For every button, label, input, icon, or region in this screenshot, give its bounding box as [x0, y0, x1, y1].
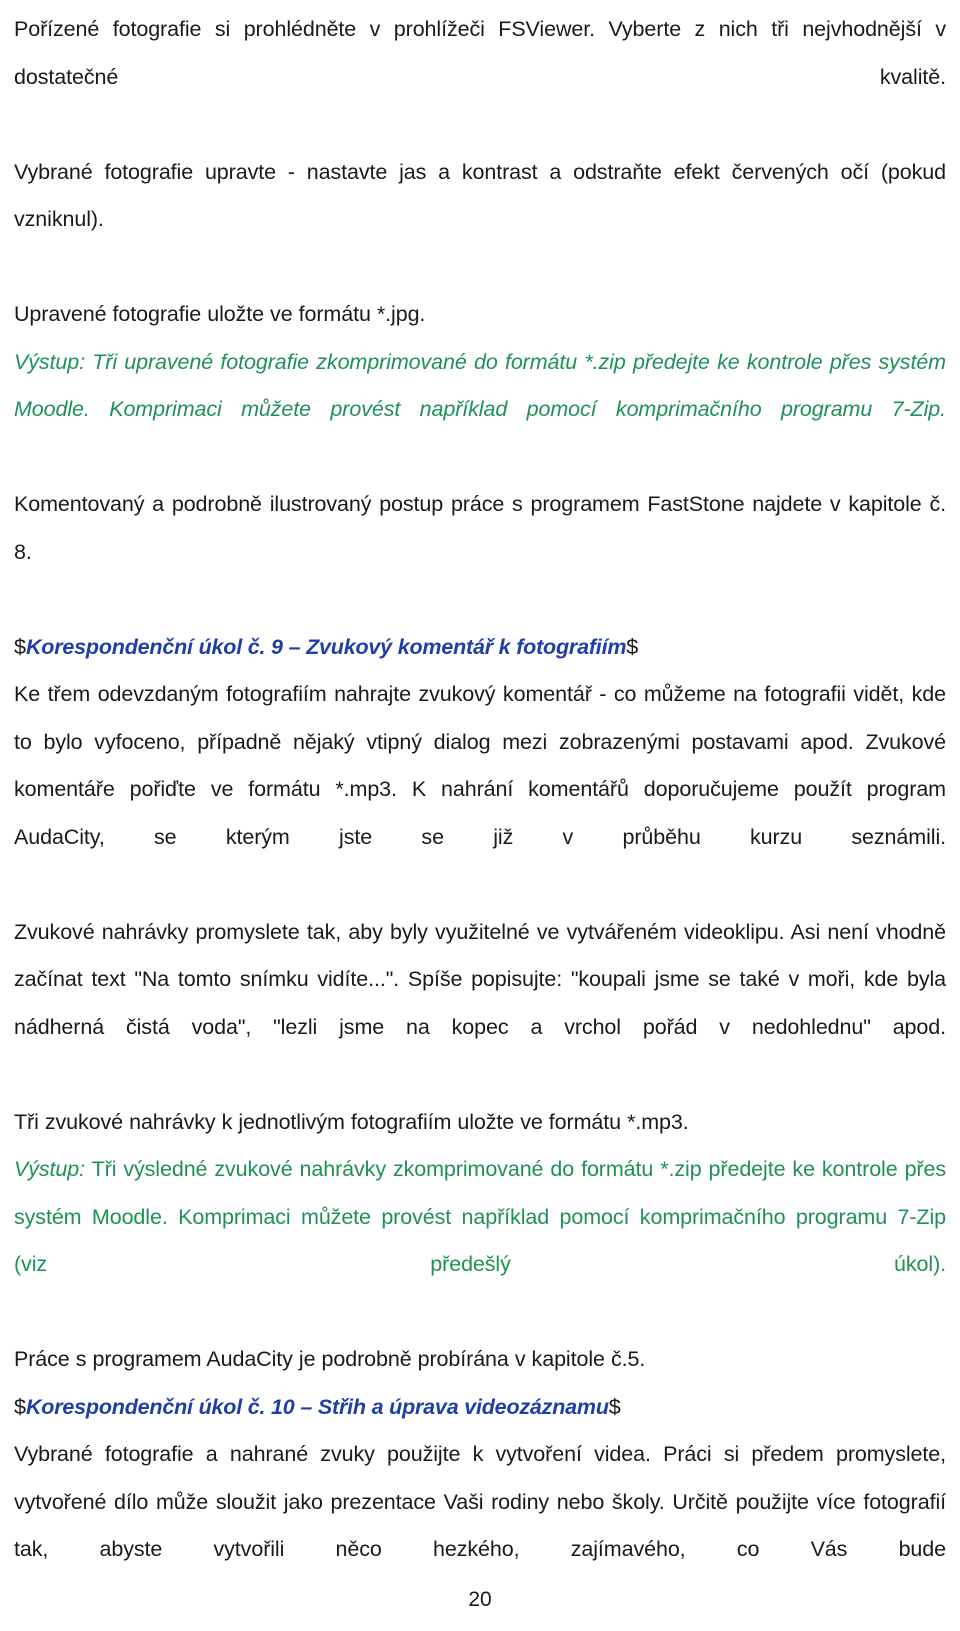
heading-dollar-suffix: $	[608, 1394, 621, 1419]
paragraph-three-recordings: Tři zvukové nahrávky k jednotlivým fotog…	[14, 1109, 689, 1134]
heading-dollar-suffix: $	[626, 634, 639, 659]
paragraph-edit-photos: Vybrané fotografie upravte - nastavte ja…	[14, 159, 946, 232]
heading-task-9: $Korespondenční úkol č. 9 – Zvukový kome…	[14, 624, 946, 672]
heading-task-9-text: Korespondenční úkol č. 9 – Zvukový komen…	[25, 634, 627, 659]
heading-dollar-prefix: $	[14, 634, 26, 659]
output-block-photos: Výstup: Tři upravené fotografie zkomprim…	[14, 349, 946, 422]
page-body: Pořízené fotografie si prohlédněte v pro…	[14, 0, 946, 1621]
paragraph-faststone-chapter: Komentovaný a podrobně ilustrovaný postu…	[14, 492, 946, 564]
paragraph-save-format: Upravené fotografie uložte ve formátu *.…	[14, 302, 426, 326]
paragraph-audacity-chapter: Práce s programem AudaCity je podrobně p…	[14, 1347, 646, 1371]
document-page: Pořízené fotografie si prohlédněte v pro…	[0, 0, 960, 1631]
output-audio-text: Tři výsledné zvukové nahrávky zkomprimov…	[14, 1157, 946, 1276]
heading-task-10: $Korespondenční úkol č. 10 – Střih a úpr…	[14, 1384, 946, 1432]
output-block-audio: Výstup: Tři výsledné zvukové nahrávky zk…	[14, 1146, 946, 1336]
heading-task-10-text: Korespondenční úkol č. 10 – Střih a úpra…	[25, 1394, 609, 1419]
paragraph-review-photos: Pořízené fotografie si prohlédněte v pro…	[14, 17, 946, 89]
output-audio-label: Výstup:	[14, 1157, 86, 1181]
page-number: 20	[468, 1588, 492, 1611]
heading-dollar-prefix: $	[14, 1394, 26, 1419]
paragraph-recordings-advice: Zvukové nahrávky promyslete tak, aby byl…	[14, 919, 946, 1039]
paragraph-audio-comment: Ke třem odevzdaným fotografiím nahrajte …	[14, 682, 946, 849]
